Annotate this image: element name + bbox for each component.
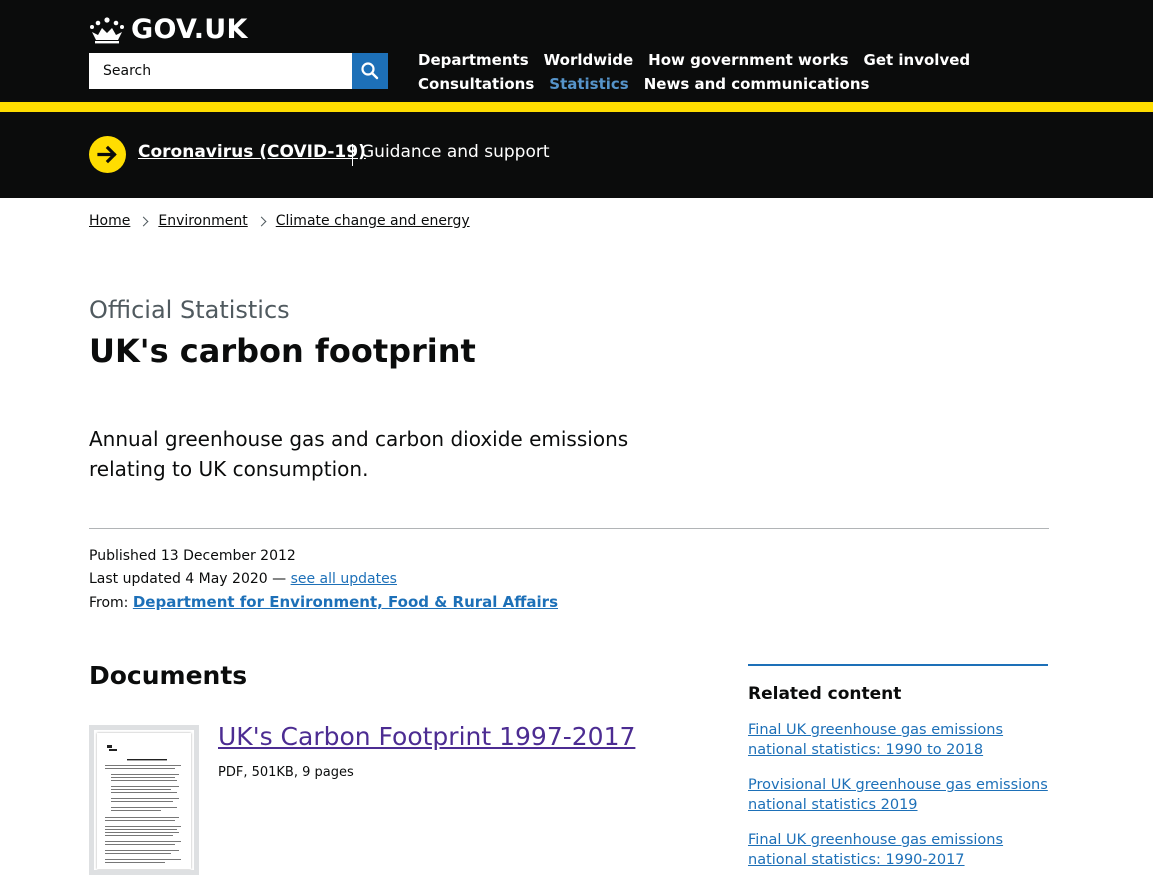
covid-divider	[352, 144, 353, 166]
arrow-right-icon	[89, 136, 126, 173]
breadcrumb: Home Environment Climate change and ener…	[89, 213, 470, 229]
from-row: From: Department for Environment, Food &…	[89, 591, 558, 615]
related-content-heading: Related content	[748, 684, 902, 704]
breadcrumb-climate-change[interactable]: Climate change and energy	[276, 213, 470, 229]
govuk-logo[interactable]: GOV.UK	[89, 14, 248, 45]
list-item: Final UK greenhouse gas emissions nation…	[748, 720, 1048, 760]
related-link-final-1990-2018[interactable]: Final UK greenhouse gas emissions nation…	[748, 720, 1048, 760]
search-button[interactable]	[352, 53, 388, 89]
main-navigation: Departments Worldwide How government wor…	[418, 48, 978, 96]
search-input[interactable]	[89, 53, 352, 89]
related-link-provisional-2019[interactable]: Provisional UK greenhouse gas emissions …	[748, 775, 1048, 815]
header-yellow-bar	[0, 102, 1153, 112]
crown-icon	[90, 16, 124, 43]
site-header: GOV.UK Departments Worldwide How governm…	[0, 0, 1153, 102]
search-form	[89, 53, 388, 89]
chevron-right-icon	[138, 216, 149, 226]
nav-row-1: Departments Worldwide How government wor…	[418, 48, 978, 72]
from-label: From:	[89, 595, 129, 611]
search-icon	[361, 62, 379, 80]
section-divider	[89, 528, 1049, 529]
page-lead: Annual greenhouse gas and carbon dioxide…	[89, 427, 629, 481]
nav-departments[interactable]: Departments	[418, 51, 529, 69]
organisation-link[interactable]: Department for Environment, Food & Rural…	[133, 593, 558, 611]
see-all-updates-link[interactable]: see all updates	[291, 571, 397, 587]
updates-separator: —	[272, 571, 287, 587]
related-content: Related content Final UK greenhouse gas …	[748, 664, 1048, 880]
published-label: Published	[89, 548, 157, 564]
breadcrumb-environment[interactable]: Environment	[158, 213, 247, 229]
documents-heading: Documents	[89, 661, 248, 690]
page-title: UK's carbon footprint	[89, 332, 476, 370]
nav-statistics[interactable]: Statistics	[549, 75, 628, 93]
updated-label: Last updated	[89, 571, 181, 587]
published-date: 13 December 2012	[160, 548, 296, 564]
nav-consultations[interactable]: Consultations	[418, 75, 534, 93]
chevron-right-icon	[256, 216, 267, 226]
list-item: Provisional UK greenhouse gas emissions …	[748, 775, 1048, 815]
updated-row: Last updated 4 May 2020 — see all update…	[89, 568, 558, 591]
document-file-info: PDF, 501KB, 9 pages	[218, 765, 354, 780]
covid-link[interactable]: Coronavirus (COVID-19)	[138, 142, 366, 162]
updated-date: 4 May 2020	[185, 571, 268, 587]
published-row: Published 13 December 2012	[89, 545, 558, 568]
related-link-final-1990-2017[interactable]: Final UK greenhouse gas emissions nation…	[748, 830, 1048, 870]
document-page-preview	[97, 733, 191, 869]
nav-worldwide[interactable]: Worldwide	[544, 51, 634, 69]
document-title-link[interactable]: UK's Carbon Footprint 1997-2017	[218, 722, 635, 751]
breadcrumb-home[interactable]: Home	[89, 213, 130, 229]
nav-row-2: Consultations Statistics News and commun…	[418, 72, 978, 96]
covid-guidance-text: Guidance and support	[361, 142, 550, 162]
nav-news-and-communications[interactable]: News and communications	[644, 75, 870, 93]
publication-metadata: Published 13 December 2012 Last updated …	[89, 545, 558, 615]
list-item: Final UK greenhouse gas emissions nation…	[748, 830, 1048, 870]
page-caption: Official Statistics	[89, 296, 290, 324]
nav-get-involved[interactable]: Get involved	[864, 51, 971, 69]
nav-how-government-works[interactable]: How government works	[648, 51, 848, 69]
logo-text: GOV.UK	[131, 14, 248, 45]
related-links-list: Final UK greenhouse gas emissions nation…	[748, 720, 1048, 870]
document-thumbnail[interactable]	[89, 725, 199, 875]
